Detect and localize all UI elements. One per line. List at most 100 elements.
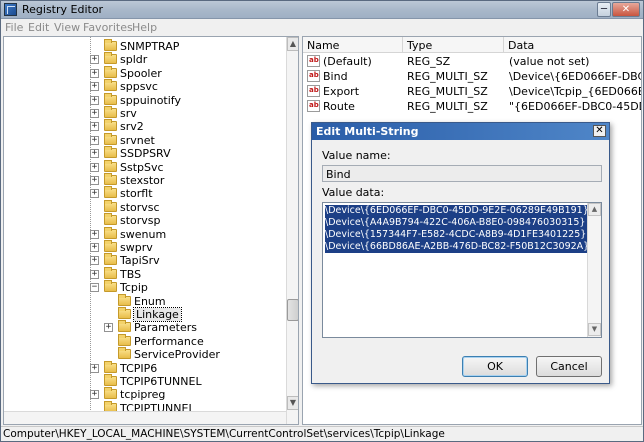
value-data-label: Value data:	[322, 186, 385, 199]
title-bar[interactable]: Registry Editor ─ ✕	[1, 1, 643, 19]
collapse-icon[interactable]: −	[90, 283, 99, 293]
folder-icon	[104, 226, 117, 239]
tree-item-label: SSDPSRV	[120, 147, 171, 161]
folder-icon	[104, 387, 117, 400]
key-tree[interactable]: SNMPTRAP + spldr + Spooler + sppsvc + sppuinotif…	[3, 36, 299, 425]
tree-item[interactable]: + storflt	[4, 186, 286, 200]
folder-icon	[104, 360, 117, 373]
folder-icon	[104, 280, 117, 293]
tree-item-label: Performance	[134, 334, 204, 348]
tree-item[interactable]: SNMPTRAP	[4, 39, 286, 53]
tree-item[interactable]: TCPIP6TUNNEL	[4, 374, 286, 388]
folder-icon	[104, 146, 117, 159]
expand-icon[interactable]: +	[90, 363, 99, 373]
expand-icon[interactable]: +	[90, 95, 99, 105]
status-bar-path: Computer\HKEY_LOCAL_MACHINE\SYSTEM\Curre…	[1, 426, 643, 441]
tree-horizontal-scrollbar[interactable]	[4, 411, 286, 424]
value-name-field[interactable]: Bind	[322, 165, 602, 182]
scroll-thumb[interactable]	[287, 299, 298, 321]
expand-icon[interactable]: +	[90, 68, 99, 78]
tree-vertical-scrollbar[interactable]: ▲ ▼	[286, 37, 298, 424]
expand-icon[interactable]: +	[90, 82, 99, 92]
expand-icon[interactable]: +	[104, 323, 113, 333]
value-data-scrollbar[interactable]: ▲ ▼	[587, 203, 601, 337]
tree-item[interactable]: + TCPIP6	[4, 360, 286, 375]
column-header-type[interactable]: Type	[403, 37, 504, 53]
column-header-data[interactable]: Data	[504, 37, 641, 53]
expand-icon[interactable]: +	[90, 243, 99, 252]
expand-icon[interactable]: +	[90, 55, 99, 65]
scroll-up-arrow-icon[interactable]: ▲	[588, 203, 601, 216]
folder-icon	[118, 320, 131, 333]
menu-edit[interactable]: Edit	[28, 21, 49, 34]
tree-item[interactable]: + srv2	[4, 119, 286, 133]
tree-item[interactable]: + srv	[4, 106, 286, 120]
tree-item[interactable]: + swprv	[4, 240, 286, 254]
tree-item-label: Spooler	[120, 66, 162, 80]
folder-icon	[104, 253, 117, 266]
column-header-name[interactable]: Name	[303, 37, 403, 53]
tree-item[interactable]: + srvnet	[4, 132, 286, 147]
menu-view[interactable]: View	[54, 21, 80, 34]
menu-bar: File Edit View Favorites Help	[1, 19, 643, 35]
menu-favorites[interactable]: Favorites	[83, 21, 133, 34]
scroll-down-arrow-icon[interactable]: ▼	[588, 323, 601, 336]
expand-icon[interactable]: +	[90, 390, 99, 400]
expand-icon[interactable]: +	[90, 189, 99, 199]
tree-item[interactable]: + SSDPSRV	[4, 146, 286, 161]
value-row[interactable]: ab Export REG_MULTI_SZ \Device\Tcpip_{6ED06…	[303, 84, 641, 98]
expand-icon[interactable]: +	[90, 149, 99, 159]
expand-icon[interactable]: +	[90, 162, 99, 172]
folder-icon	[104, 213, 117, 226]
value-data: \Device\{6ED066EF-DBC0-45DD	[509, 70, 641, 83]
scroll-down-arrow-icon[interactable]: ▼	[287, 396, 298, 410]
value-row[interactable]: abRoute REG_MULTI_SZ "{6ED066EF-DBC0-45DD-…	[303, 99, 641, 113]
expand-icon[interactable]: +	[90, 176, 99, 185]
close-button[interactable]: ✕	[612, 2, 640, 17]
tree-item[interactable]: storvsc	[4, 199, 286, 214]
expand-icon[interactable]: +	[90, 269, 99, 279]
expand-icon[interactable]: +	[90, 256, 99, 266]
tree-item[interactable]: + sppuinotify	[4, 92, 286, 107]
tree-item[interactable]: + TBS	[4, 266, 286, 281]
tree-item[interactable]: Performance	[4, 333, 286, 348]
value-data-textarea[interactable]: \Device\{6ED066EF-DBC0-45DD-9E2E-06289E4…	[322, 202, 602, 338]
menu-help[interactable]: Help	[132, 21, 157, 34]
tree-item[interactable]: + SstpSvc	[4, 159, 286, 174]
value-row[interactable]: ab (Default) REG_SZ (value not set)	[303, 54, 641, 68]
tree-item[interactable]: ServiceProvider	[4, 347, 286, 362]
tree-item[interactable]: + TapiSrv	[4, 253, 286, 268]
tree-item[interactable]: + Parameters	[4, 320, 286, 334]
tree-item[interactable]: + spldr	[4, 52, 286, 66]
scroll-up-arrow-icon[interactable]: ▲	[287, 37, 298, 51]
expand-icon[interactable]: +	[90, 122, 99, 132]
tree-item[interactable]: storvsp	[4, 213, 286, 227]
value-name: Route	[323, 100, 355, 113]
expand-icon[interactable]: +	[90, 229, 99, 239]
tree-item[interactable]: + tcpipreg	[4, 387, 286, 401]
dialog-close-button[interactable]: ✕	[593, 125, 606, 137]
ok-button[interactable]: OK	[462, 356, 528, 377]
tree-item-label: ServiceProvider	[134, 348, 220, 362]
registry-editor-window: Registry Editor ─ ✕ File Edit View Favor…	[0, 0, 644, 442]
tree-item[interactable]: Enum	[4, 293, 286, 308]
tree-item[interactable]: + Spooler	[4, 65, 286, 80]
tree-item[interactable]: + swenum	[4, 226, 286, 241]
value-row[interactable]: abBind REG_MULTI_SZ \Device\{6ED066EF-DBC0…	[303, 69, 641, 83]
tree-item-label: sppuinotify	[120, 93, 181, 107]
edit-multi-string-dialog: Edit Multi-String ✕ Value name: Bind Val…	[311, 122, 610, 384]
folder-icon	[104, 240, 117, 252]
tree-item[interactable]: + stexstor	[4, 173, 286, 187]
tree-item[interactable]: + sppsvc	[4, 79, 286, 93]
tree-item[interactable]: − Tcpip	[4, 280, 286, 294]
tree-item[interactable]: Linkage	[4, 307, 286, 322]
folder-icon	[118, 333, 131, 346]
dialog-title[interactable]: Edit Multi-String ✕	[312, 123, 609, 140]
cancel-button[interactable]: Cancel	[536, 356, 602, 377]
minimize-button[interactable]: ─	[597, 2, 611, 17]
expand-icon[interactable]: +	[90, 135, 99, 145]
expand-icon[interactable]: +	[90, 109, 99, 118]
folder-icon	[104, 119, 117, 132]
menu-file[interactable]: File	[5, 21, 23, 34]
tree-item-label: TapiSrv	[120, 254, 160, 268]
